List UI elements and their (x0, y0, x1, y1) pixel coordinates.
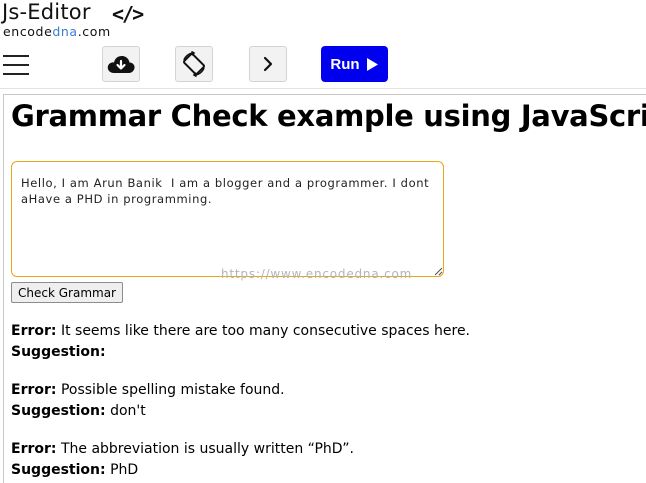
results-list: Error: It seems like there are too many … (11, 321, 631, 483)
run-button[interactable]: Run (321, 46, 388, 82)
result-item: Error: Possible spelling mistake found. … (11, 380, 631, 422)
brand-site: encodedna.com (3, 24, 111, 39)
code-brackets-icon: </> (112, 2, 144, 26)
play-icon (366, 57, 378, 71)
resize-grip-icon[interactable] (434, 267, 443, 276)
hamburger-icon[interactable] (3, 55, 29, 75)
rotate-button[interactable] (175, 46, 213, 82)
error-text: It seems like there are too many consecu… (60, 323, 471, 339)
toolbar-divider (0, 88, 646, 89)
download-button[interactable] (102, 46, 140, 82)
error-label: Error: (11, 441, 57, 457)
rotate-icon (183, 50, 205, 78)
error-label: Error: (11, 323, 57, 339)
check-grammar-button[interactable]: Check Grammar (11, 282, 123, 303)
suggestion-label: Suggestion: (11, 344, 106, 360)
next-button[interactable] (249, 46, 287, 82)
error-text: Possible spelling mistake found. (60, 382, 285, 398)
output-frame: Grammar Check example using JavaScript H… (3, 94, 646, 483)
brand[interactable]: Js-Editor </> encodedna.com (2, 0, 144, 39)
watermark: https://www.encodedna.com (221, 267, 413, 281)
suggestion-text: don't (110, 403, 146, 419)
result-item: Error: It seems like there are too many … (11, 321, 631, 363)
page-title: Grammar Check example using JavaScript (11, 99, 646, 133)
suggestion-text: PhD (110, 462, 139, 478)
cloud-download-icon (107, 56, 135, 73)
suggestion-label: Suggestion: (11, 403, 106, 419)
error-label: Error: (11, 382, 57, 398)
run-label: Run (330, 55, 360, 73)
suggestion-label: Suggestion: (11, 462, 106, 478)
chevron-right-icon (263, 56, 273, 72)
brand-title: Js-Editor (2, 0, 91, 24)
error-text: The abbreviation is usually written “PhD… (60, 441, 354, 457)
toolbar: Run (0, 44, 646, 86)
text-input[interactable]: Hello, I am Arun Banik I am a blogger an… (11, 161, 444, 277)
result-item: Error: The abbreviation is usually writt… (11, 439, 631, 481)
